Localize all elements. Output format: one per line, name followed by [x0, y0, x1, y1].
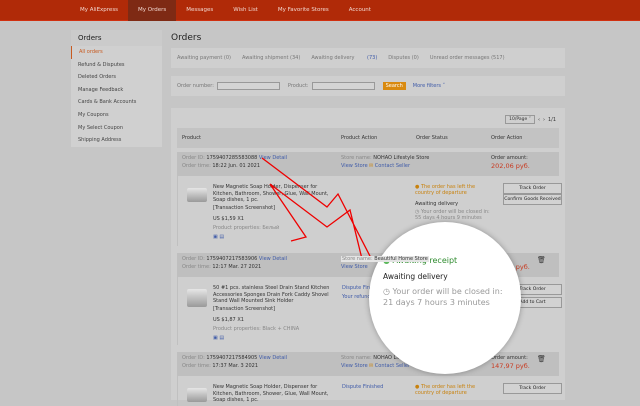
closing-countdown: ◷ Your order will be closed in: 21 days … — [383, 287, 503, 307]
clock-icon: ◷ — [383, 287, 390, 296]
store-name: Store name: Beautiful Home Store — [341, 256, 429, 262]
magnifier-callout: ● Awaiting receipt Awaiting delivery ◷ Y… — [369, 222, 521, 374]
annotation-arrow — [261, 157, 374, 261]
awaiting-delivery-status: Awaiting delivery — [383, 272, 448, 281]
